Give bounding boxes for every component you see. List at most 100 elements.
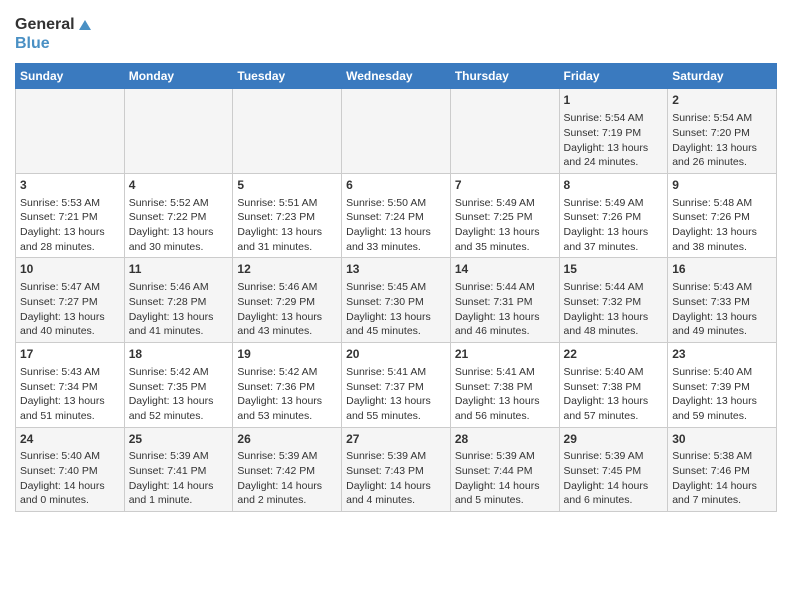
calendar-cell: 18Sunrise: 5:42 AMSunset: 7:35 PMDayligh…	[124, 343, 233, 428]
calendar-header: SundayMondayTuesdayWednesdayThursdayFrid…	[16, 64, 777, 89]
day-number: 2	[672, 92, 772, 109]
day-content: Daylight: 13 hours	[564, 310, 664, 325]
day-content: Sunrise: 5:38 AM	[672, 449, 772, 464]
day-content: Sunset: 7:19 PM	[564, 126, 664, 141]
day-content: and 38 minutes.	[672, 240, 772, 255]
day-content: Daylight: 13 hours	[237, 394, 337, 409]
day-content: and 48 minutes.	[564, 324, 664, 339]
calendar-cell	[342, 89, 451, 174]
day-content: Daylight: 14 hours	[564, 479, 664, 494]
day-content: Daylight: 13 hours	[20, 394, 120, 409]
calendar-week-row: 24Sunrise: 5:40 AMSunset: 7:40 PMDayligh…	[16, 427, 777, 512]
day-content: Daylight: 13 hours	[20, 310, 120, 325]
day-number: 23	[672, 346, 772, 363]
day-number: 12	[237, 261, 337, 278]
day-number: 25	[129, 431, 229, 448]
day-content: Daylight: 13 hours	[564, 225, 664, 240]
day-content: and 4 minutes.	[346, 493, 446, 508]
day-content: and 28 minutes.	[20, 240, 120, 255]
day-number: 27	[346, 431, 446, 448]
day-content: Daylight: 13 hours	[20, 225, 120, 240]
day-content: Sunrise: 5:49 AM	[455, 196, 555, 211]
calendar-cell: 12Sunrise: 5:46 AMSunset: 7:29 PMDayligh…	[233, 258, 342, 343]
day-content: and 41 minutes.	[129, 324, 229, 339]
day-content: Daylight: 13 hours	[129, 310, 229, 325]
day-content: and 5 minutes.	[455, 493, 555, 508]
day-content: and 55 minutes.	[346, 409, 446, 424]
day-number: 24	[20, 431, 120, 448]
day-number: 26	[237, 431, 337, 448]
day-content: Daylight: 13 hours	[564, 141, 664, 156]
calendar-cell: 2Sunrise: 5:54 AMSunset: 7:20 PMDaylight…	[668, 89, 777, 174]
weekday-header: Tuesday	[233, 64, 342, 89]
day-content: Sunset: 7:26 PM	[564, 210, 664, 225]
day-content: and 43 minutes.	[237, 324, 337, 339]
day-content: Daylight: 14 hours	[20, 479, 120, 494]
calendar-cell: 26Sunrise: 5:39 AMSunset: 7:42 PMDayligh…	[233, 427, 342, 512]
day-content: Daylight: 13 hours	[672, 141, 772, 156]
day-content: Sunset: 7:45 PM	[564, 464, 664, 479]
day-content: and 2 minutes.	[237, 493, 337, 508]
day-content: Sunrise: 5:52 AM	[129, 196, 229, 211]
day-content: and 51 minutes.	[20, 409, 120, 424]
day-content: Sunset: 7:26 PM	[672, 210, 772, 225]
day-content: Sunrise: 5:41 AM	[346, 365, 446, 380]
weekday-header: Thursday	[450, 64, 559, 89]
day-content: and 30 minutes.	[129, 240, 229, 255]
day-content: and 40 minutes.	[20, 324, 120, 339]
day-content: and 53 minutes.	[237, 409, 337, 424]
day-number: 21	[455, 346, 555, 363]
day-content: Sunset: 7:21 PM	[20, 210, 120, 225]
day-content: Daylight: 13 hours	[346, 310, 446, 325]
calendar-week-row: 3Sunrise: 5:53 AMSunset: 7:21 PMDaylight…	[16, 173, 777, 258]
calendar-cell	[124, 89, 233, 174]
day-content: Sunset: 7:39 PM	[672, 380, 772, 395]
day-content: Sunrise: 5:40 AM	[672, 365, 772, 380]
day-content: and 0 minutes.	[20, 493, 120, 508]
day-content: Sunrise: 5:47 AM	[20, 280, 120, 295]
day-content: Daylight: 13 hours	[672, 310, 772, 325]
calendar-cell: 13Sunrise: 5:45 AMSunset: 7:30 PMDayligh…	[342, 258, 451, 343]
day-content: Sunset: 7:36 PM	[237, 380, 337, 395]
calendar-cell: 1Sunrise: 5:54 AMSunset: 7:19 PMDaylight…	[559, 89, 668, 174]
day-content: and 26 minutes.	[672, 155, 772, 170]
day-number: 19	[237, 346, 337, 363]
day-content: Sunrise: 5:43 AM	[20, 365, 120, 380]
logo-text: General Blue	[15, 15, 91, 53]
day-content: Daylight: 14 hours	[346, 479, 446, 494]
day-content: Daylight: 14 hours	[455, 479, 555, 494]
day-number: 6	[346, 177, 446, 194]
day-number: 20	[346, 346, 446, 363]
day-number: 15	[564, 261, 664, 278]
day-content: Daylight: 13 hours	[455, 394, 555, 409]
day-content: Sunset: 7:24 PM	[346, 210, 446, 225]
calendar-cell: 15Sunrise: 5:44 AMSunset: 7:32 PMDayligh…	[559, 258, 668, 343]
day-content: Sunrise: 5:39 AM	[129, 449, 229, 464]
day-content: Sunrise: 5:50 AM	[346, 196, 446, 211]
day-content: Sunrise: 5:39 AM	[237, 449, 337, 464]
header-row: SundayMondayTuesdayWednesdayThursdayFrid…	[16, 64, 777, 89]
day-content: Daylight: 13 hours	[455, 225, 555, 240]
calendar-cell: 5Sunrise: 5:51 AMSunset: 7:23 PMDaylight…	[233, 173, 342, 258]
logo: General Blue	[15, 15, 91, 53]
calendar-cell: 10Sunrise: 5:47 AMSunset: 7:27 PMDayligh…	[16, 258, 125, 343]
day-content: Sunset: 7:40 PM	[20, 464, 120, 479]
calendar-cell: 25Sunrise: 5:39 AMSunset: 7:41 PMDayligh…	[124, 427, 233, 512]
day-number: 13	[346, 261, 446, 278]
day-content: Daylight: 14 hours	[129, 479, 229, 494]
day-content: Daylight: 13 hours	[672, 225, 772, 240]
weekday-header: Sunday	[16, 64, 125, 89]
calendar-cell: 6Sunrise: 5:50 AMSunset: 7:24 PMDaylight…	[342, 173, 451, 258]
day-number: 3	[20, 177, 120, 194]
weekday-header: Wednesday	[342, 64, 451, 89]
day-content: Sunset: 7:38 PM	[455, 380, 555, 395]
calendar-cell	[233, 89, 342, 174]
day-number: 18	[129, 346, 229, 363]
calendar-body: 1Sunrise: 5:54 AMSunset: 7:19 PMDaylight…	[16, 89, 777, 512]
day-content: Sunrise: 5:48 AM	[672, 196, 772, 211]
day-content: and 7 minutes.	[672, 493, 772, 508]
day-content: Sunset: 7:35 PM	[129, 380, 229, 395]
day-content: Sunrise: 5:40 AM	[20, 449, 120, 464]
day-content: Sunset: 7:46 PM	[672, 464, 772, 479]
day-content: Sunrise: 5:39 AM	[346, 449, 446, 464]
